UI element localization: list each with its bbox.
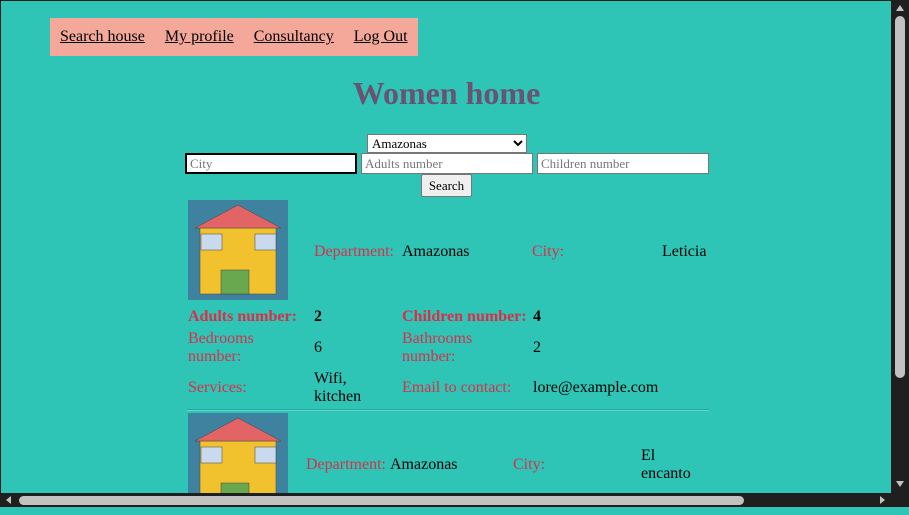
listing-card: Department: Amazonas City: El encanto bbox=[187, 413, 709, 493]
bedrooms-number-label: Bedrooms number: bbox=[188, 330, 254, 365]
bedrooms-number-value: 6 bbox=[314, 339, 322, 356]
services-label: Services: bbox=[188, 379, 247, 396]
vertical-scroll-thumb[interactable] bbox=[895, 16, 905, 378]
department-select[interactable]: Amazonas bbox=[367, 134, 527, 153]
listing-card: Department: Amazonas City: Leticia Adult… bbox=[187, 200, 709, 410]
bathrooms-number-label: Bathrooms number: bbox=[402, 330, 473, 365]
adults-number-value: 2 bbox=[314, 308, 322, 325]
department-label: Department: bbox=[306, 456, 386, 473]
city-value: Leticia bbox=[662, 243, 707, 260]
top-nav: Search house My profile Consultancy Log … bbox=[50, 18, 418, 56]
listing-divider bbox=[187, 409, 709, 411]
department-value: Amazonas bbox=[402, 243, 470, 260]
city-label: City: bbox=[513, 456, 546, 473]
nav-my-profile[interactable]: My profile bbox=[165, 28, 234, 46]
services-value: Wifi, kitchen bbox=[314, 370, 362, 405]
city-label: City: bbox=[532, 243, 565, 260]
nav-log-out[interactable]: Log Out bbox=[354, 28, 408, 46]
department-label: Department: bbox=[314, 243, 394, 260]
email-value: lore@example.com bbox=[533, 379, 659, 396]
house-image bbox=[188, 413, 288, 493]
children-number-input[interactable] bbox=[537, 153, 709, 174]
page-title: Women home bbox=[352, 75, 541, 111]
scrollbar-corner bbox=[891, 493, 909, 507]
page-viewport: Search house My profile Consultancy Log … bbox=[0, 0, 891, 493]
window-bottom-edge bbox=[0, 507, 909, 515]
adults-number-label: Adults number: bbox=[188, 308, 297, 325]
city-value: El encanto bbox=[641, 447, 691, 482]
house-icon bbox=[194, 204, 282, 295]
horizontal-scroll-thumb[interactable] bbox=[19, 496, 744, 505]
house-icon bbox=[194, 417, 282, 493]
horizontal-scrollbar[interactable] bbox=[0, 493, 891, 507]
nav-consultancy[interactable]: Consultancy bbox=[254, 28, 334, 46]
city-input[interactable] bbox=[184, 152, 358, 175]
children-number-label: Children number: bbox=[402, 308, 527, 325]
adults-number-input[interactable] bbox=[361, 153, 533, 174]
email-label: Email to contact: bbox=[402, 379, 512, 396]
search-button[interactable]: Search bbox=[421, 174, 472, 197]
department-value: Amazonas bbox=[390, 456, 458, 473]
nav-search-house[interactable]: Search house bbox=[60, 28, 145, 46]
house-image bbox=[188, 200, 288, 300]
vertical-scrollbar[interactable] bbox=[891, 0, 909, 493]
children-number-value: 4 bbox=[533, 308, 541, 325]
bathrooms-number-value: 2 bbox=[533, 339, 541, 356]
